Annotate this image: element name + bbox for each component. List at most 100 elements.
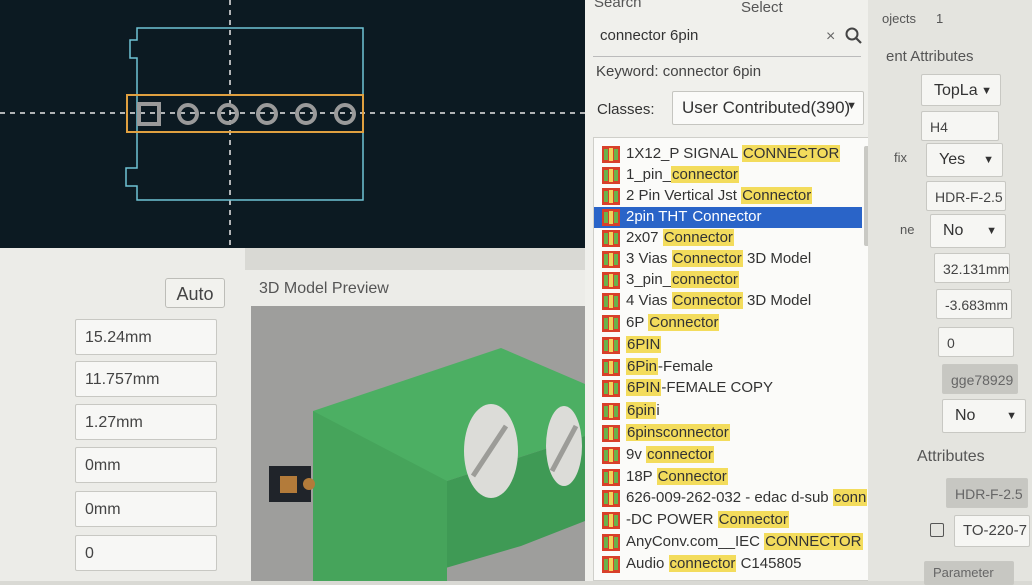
x-field[interactable]: 32.131mm (934, 253, 1010, 283)
edit-icon[interactable] (930, 523, 944, 537)
list-item[interactable]: 6PIN (594, 335, 862, 356)
tab-select[interactable]: Select (741, 0, 783, 16)
list-item[interactable]: Audio connector C145805 (594, 554, 862, 575)
layer-value: TopLa (934, 82, 978, 99)
result-label: 6pini (626, 402, 660, 419)
footprint-field[interactable]: HDR-F-2.5 (926, 181, 1006, 211)
result-highlight: Connector (662, 229, 734, 246)
results-list[interactable]: 1X12_P SIGNAL CONNECTOR 1_pin_connector 2 … (593, 137, 879, 581)
offset-y-field[interactable]: 0mm (75, 491, 217, 527)
attributes-label: Attributes (917, 448, 985, 465)
list-item[interactable]: 6PIN-FEMALE COPY (594, 378, 862, 399)
width-field[interactable]: 15.24mm (75, 319, 217, 355)
layer-select[interactable]: TopLa ▼ (921, 74, 1001, 106)
result-text: 626-009-262-032 - edac d-sub (626, 489, 833, 506)
footprint-icon (602, 315, 620, 332)
chevron-down-icon: ▼ (846, 100, 857, 112)
result-highlight: CONNECTOR (741, 145, 841, 162)
search-icon[interactable] (844, 26, 864, 46)
result-highlight: 6pin (626, 402, 657, 419)
footprint-icon (602, 403, 620, 420)
result-highlight: 6Pin (626, 358, 659, 375)
list-item[interactable]: 2 Pin Vertical Jst Connector (594, 186, 862, 207)
result-highlight: Connector (671, 292, 743, 309)
result-highlight: 6PIN (626, 336, 662, 353)
list-item[interactable]: 2x07 Connector (594, 228, 862, 249)
list-item[interactable]: 6pini (594, 401, 862, 422)
fix-select[interactable]: Yes ▼ (926, 143, 1003, 177)
result-highlight: Connector (717, 511, 789, 528)
rotation-field-right[interactable]: 0 (938, 327, 1014, 357)
classes-select[interactable]: User Contributed(390) ▼ (672, 91, 864, 125)
list-item[interactable]: 2pin THT Connector (594, 207, 862, 228)
result-highlight: connector (646, 446, 714, 463)
library-search-panel: Search Select connector 6pin × Keyword: … (585, 0, 879, 581)
result-label: 626-009-262-032 - edac d-sub conn (626, 489, 868, 506)
result-label: 6P Connector (626, 314, 720, 331)
list-item[interactable]: 4 Vias Connector 3D Model (594, 291, 862, 312)
parameter-button[interactable]: Parameter (924, 561, 1014, 585)
search-input[interactable]: connector 6pin × (593, 20, 864, 57)
result-label: 1_pin_connector (626, 166, 739, 183)
footprint-icon (602, 293, 620, 310)
list-item[interactable]: 9v connector (594, 445, 862, 466)
ne-select[interactable]: No ▼ (930, 214, 1006, 248)
result-highlight: 6PIN (626, 379, 662, 396)
3d-model-view[interactable] (251, 306, 585, 581)
list-item[interactable]: 6pinsconnector (594, 423, 862, 444)
no-value: No (955, 407, 976, 424)
result-label: 3 Vias Connector 3D Model (626, 250, 811, 267)
result-text: 2x07 (626, 229, 663, 246)
pcb-canvas[interactable] (0, 0, 585, 248)
result-text-suffix: -Female (658, 358, 714, 375)
rotation-field[interactable]: 0 (75, 535, 217, 571)
result-text-suffix: 3D Model (742, 250, 812, 267)
offset-x-field[interactable]: 0mm (75, 447, 217, 483)
package-field[interactable]: TO-220-7 (954, 515, 1030, 547)
list-item[interactable]: 1X12_P SIGNAL CONNECTOR (594, 144, 862, 165)
result-label: 9v connector (626, 446, 714, 463)
result-text: 9v (626, 446, 647, 463)
height-field[interactable]: 11.757mm (75, 361, 217, 397)
objects-count: 1 (936, 11, 944, 26)
auto-button[interactable]: Auto (165, 278, 225, 308)
list-item[interactable]: AnyConv.com__IEC CONNECTOR (594, 532, 863, 553)
result-text: 3 Vias (626, 250, 672, 267)
fix-label: fix (894, 150, 907, 165)
list-item[interactable]: 626-009-262-032 - edac d-sub conn (594, 488, 868, 509)
result-text: Audio (626, 555, 669, 572)
result-label: 18P Connector (626, 468, 728, 485)
result-highlight: connector (671, 271, 739, 288)
footprint-icon (602, 167, 620, 184)
pitch-field[interactable]: 1.27mm (75, 404, 217, 440)
result-label: 1X12_P SIGNAL CONNECTOR (626, 145, 841, 162)
y-field[interactable]: -3.683mm (936, 289, 1012, 319)
designator-field[interactable]: H4 (921, 111, 999, 141)
result-highlight: Connector (671, 250, 743, 267)
result-text: 1_pin_ (626, 166, 672, 183)
ne-label: ne (900, 222, 915, 237)
result-highlight: connector (668, 555, 737, 572)
chevron-down-icon: ▼ (1006, 410, 1017, 422)
list-item[interactable]: 6Pin-Female (594, 357, 862, 378)
list-item[interactable]: 1_pin_connector (594, 165, 862, 186)
list-item[interactable]: 18P Connector (594, 467, 862, 488)
footprint-icon (602, 556, 620, 573)
tab-search[interactable]: Search (594, 0, 642, 11)
list-item[interactable]: 3_pin_connector (594, 270, 862, 291)
attributes-panel: ojects 1 ent Attributes TopLa ▼ H4 fix Ye… (868, 0, 1032, 585)
result-text-suffix: 3D Model (742, 292, 812, 309)
list-item[interactable]: 3 Vias Connector 3D Model (594, 249, 862, 270)
footprint-icon (602, 490, 620, 507)
chevron-down-icon: ▼ (986, 225, 997, 237)
result-label: 2x07 Connector (626, 229, 734, 246)
preview-title: 3D Model Preview (259, 280, 389, 297)
no-select[interactable]: No ▼ (942, 399, 1026, 433)
result-label: 3_pin_connector (626, 271, 739, 288)
result-text: 3_pin_ (626, 271, 672, 288)
result-text: 18P (626, 468, 657, 485)
list-item[interactable]: 6P Connector (594, 313, 862, 334)
footprint-icon (602, 380, 620, 397)
close-icon[interactable]: × (826, 28, 835, 46)
list-item[interactable]: -DC POWER Connector (594, 510, 862, 531)
